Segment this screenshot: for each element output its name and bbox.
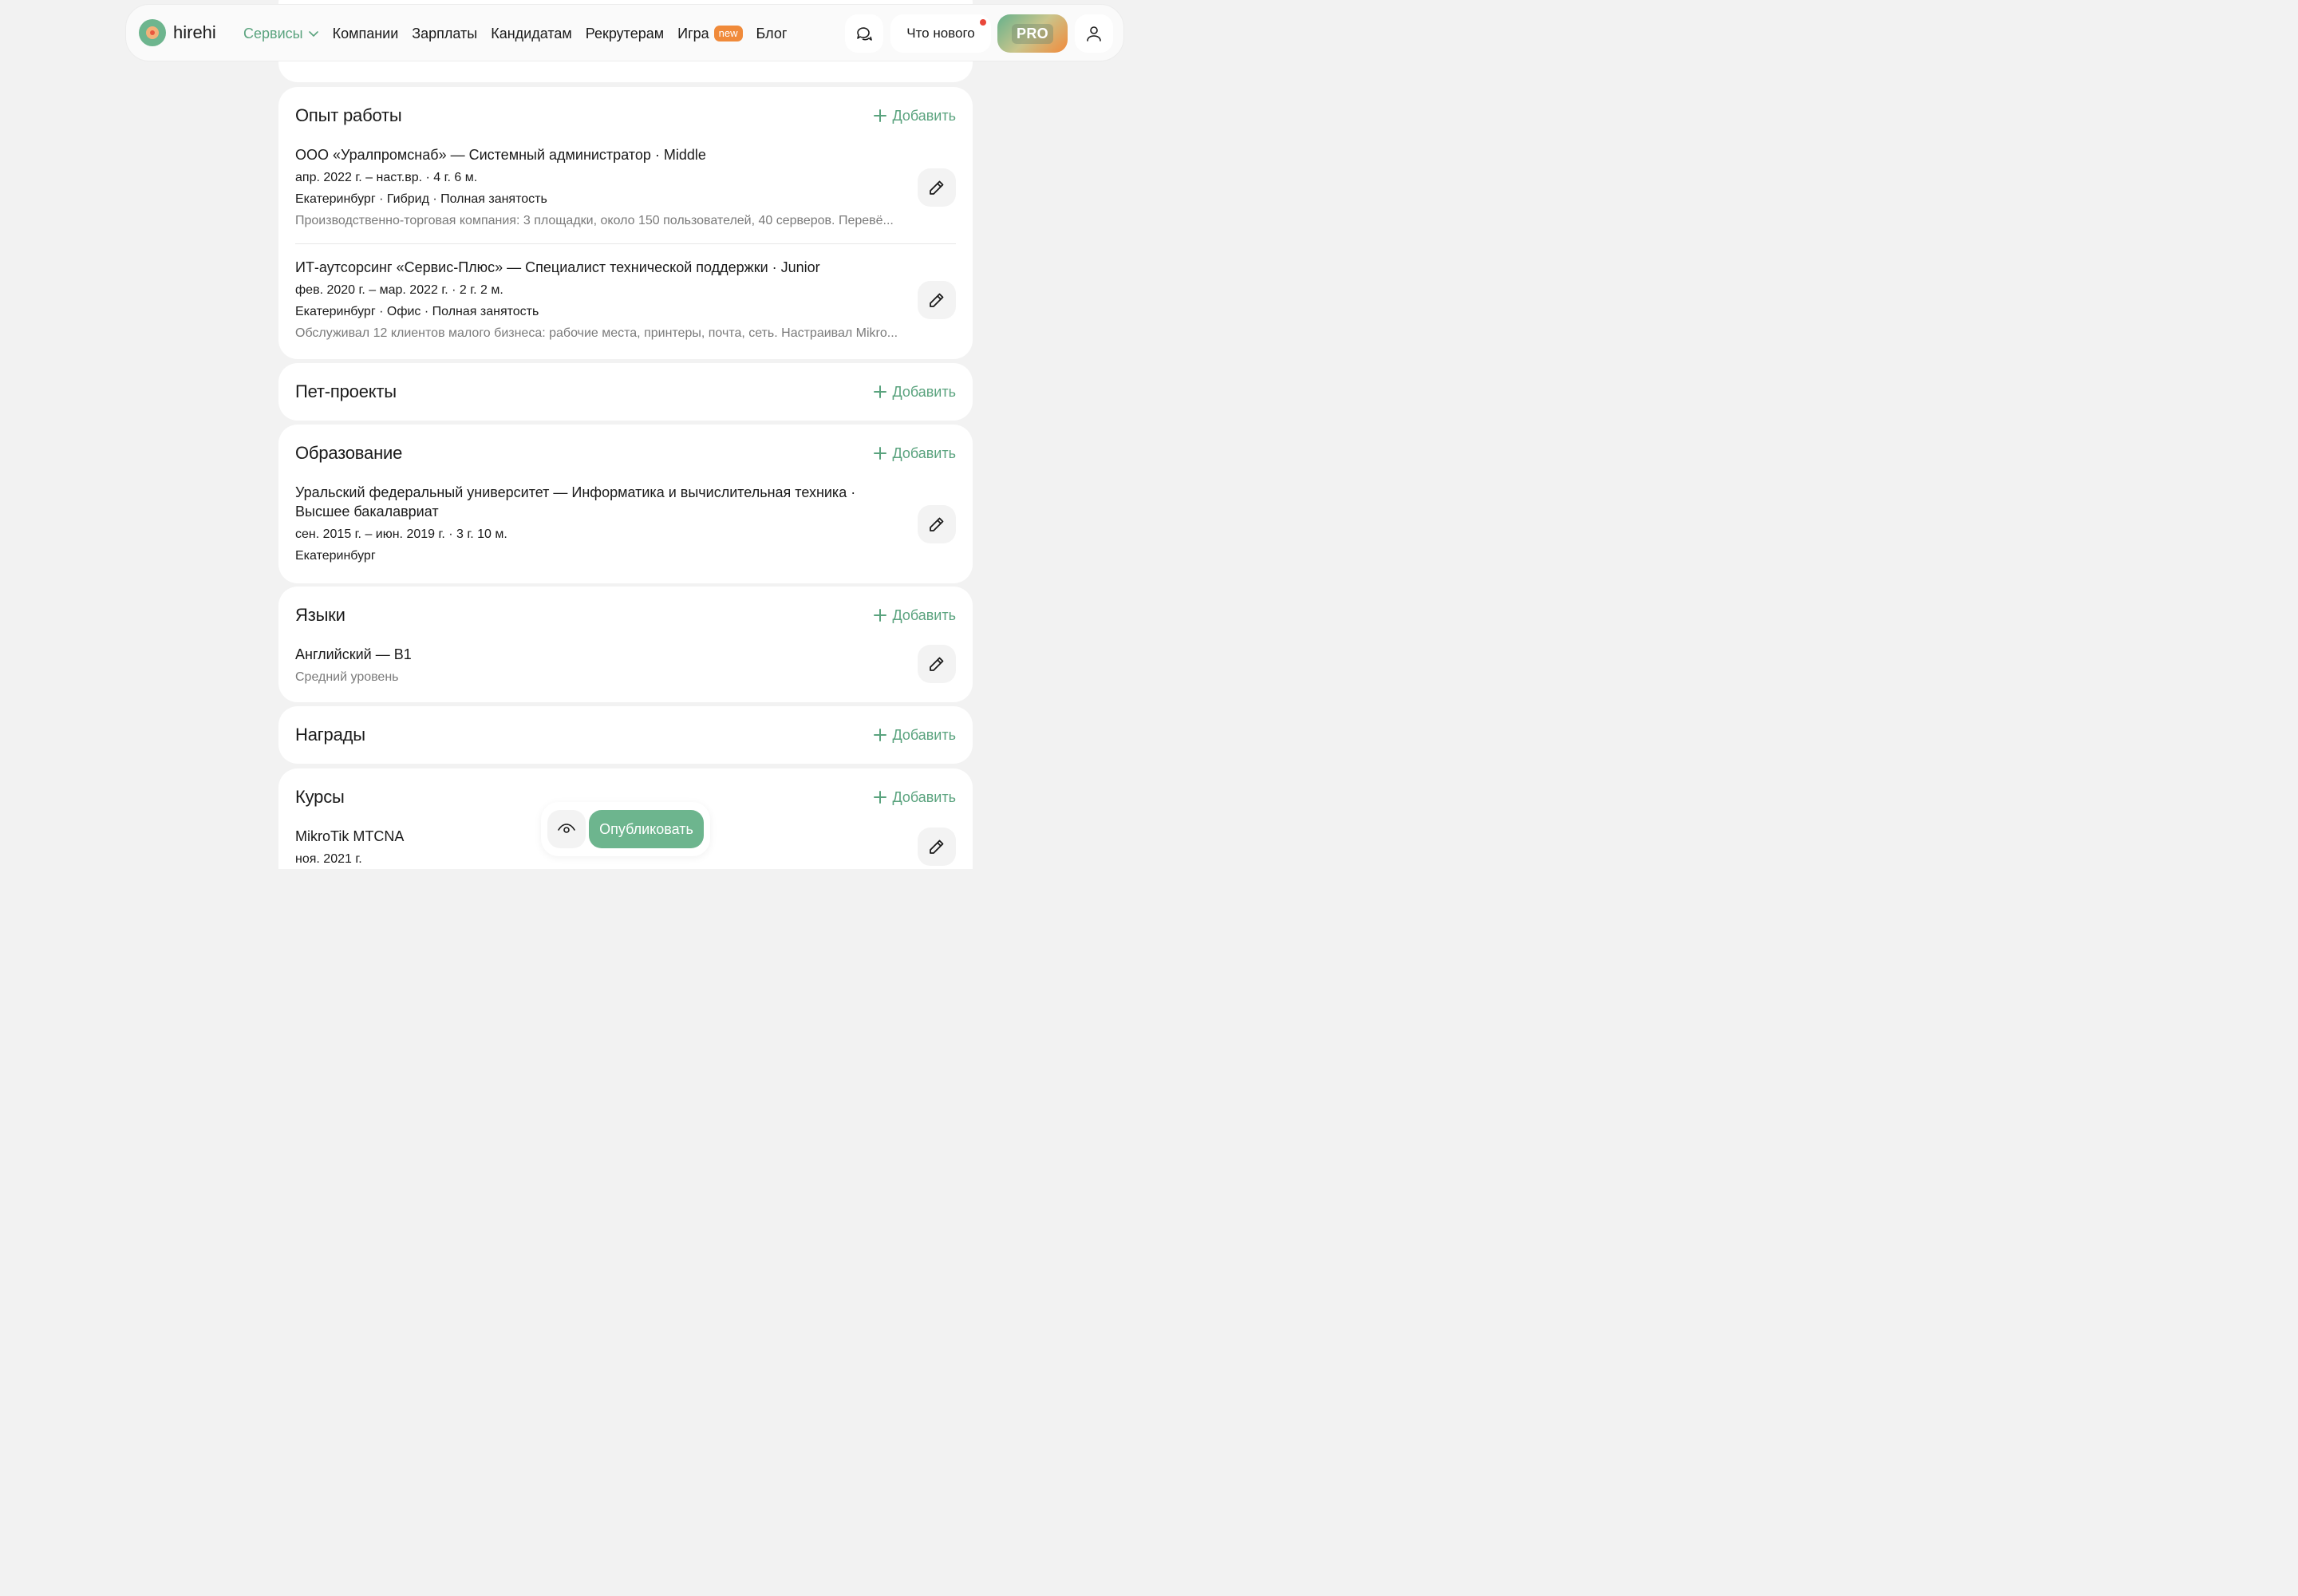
awards-header: Награды Добавить [295,719,956,751]
add-label: Добавить [892,606,956,623]
nav-label: Сервисы [243,25,303,41]
entry-description: Обслуживал 12 клиентов малого бизнеса: р… [295,326,898,340]
pet-projects-title: Пет-проекты [295,381,397,401]
experience-title: Опыт работы [295,105,402,125]
edit-language-1-button[interactable] [918,645,956,683]
nav-label: Зарплаты [412,25,478,41]
plus-icon [874,109,887,122]
language-entry-1: Английский — B1 Средний уровень [295,645,956,685]
add-label: Добавить [892,726,956,743]
whats-new-label: Что нового [906,26,975,41]
entry-level: Средний уровень [295,670,399,684]
education-section: Образование Добавить Уральский федеральн… [278,425,973,583]
edit-course-1-button[interactable] [918,828,956,866]
courses-add-button[interactable]: Добавить [873,789,956,806]
pro-label: PRO [1012,23,1053,44]
top-navigation-bar: hirehi Сервисы Компании Зарплаты Кандида… [125,4,1124,61]
edit-experience-1-button[interactable] [918,168,956,207]
education-entry-1: Уральский федеральный университет — Инфо… [295,483,956,564]
awards-title: Награды [295,725,365,745]
chat-icon [857,27,872,41]
logo-icon [139,19,166,46]
education-add-button[interactable]: Добавить [873,445,956,462]
nav-salaries[interactable]: Зарплаты [412,26,477,42]
entry-details: Екатеринбург [295,549,376,563]
languages-section: Языки Добавить Английский — B1 Средний у… [278,587,973,702]
eye-icon [558,824,575,833]
logo-text: hirehi [173,22,216,42]
nav-companies[interactable]: Компании [333,26,399,42]
experience-add-button[interactable]: Добавить [873,108,956,124]
courses-title: Курсы [295,787,345,807]
experience-section: Опыт работы Добавить ООО «Уралпромснаб» … [278,87,973,359]
entry-title-line-1: Уральский федеральный университет — Инфо… [295,484,856,500]
languages-header: Языки Добавить [295,599,956,631]
nav-label: Рекрутерам [585,25,665,41]
logo[interactable]: hirehi [139,19,216,46]
entry-period: сен. 2015 г. – июн. 2019 г. · 3 г. 10 м. [295,527,507,541]
chevron-down-icon [308,31,318,38]
preview-button[interactable] [547,810,586,848]
experience-entry-2: ИТ-аутсорсинг «Сервис-Плюс» — Специалист… [295,258,956,342]
awards-section: Награды Добавить [278,706,973,764]
publish-button[interactable]: Опубликовать [589,810,704,848]
entry-details: Екатеринбург · Гибрид · Полная занятость [295,192,547,206]
add-label: Добавить [892,107,956,124]
pet-projects-header: Пет-проекты Добавить [295,376,956,408]
languages-add-button[interactable]: Добавить [873,607,956,624]
awards-add-button[interactable]: Добавить [873,727,956,744]
experience-header: Опыт работы Добавить [295,100,956,132]
main-nav: Сервисы Компании Зарплаты Кандидатам Рек… [243,5,787,62]
entry-title: Английский — B1 [295,646,412,662]
pet-projects-add-button[interactable]: Добавить [873,384,956,401]
nav-game[interactable]: Игра new [677,25,743,42]
entry-title: ООО «Уралпромснаб» — Системный администр… [295,147,706,163]
plus-icon [874,385,887,398]
messages-button[interactable] [845,14,883,53]
new-badge: new [713,26,743,41]
education-title: Образование [295,443,403,463]
nav-services[interactable]: Сервисы [243,26,319,42]
nav-label: Кандидатам [491,25,572,41]
pencil-icon [930,180,944,195]
languages-title: Языки [295,605,345,625]
nav-label: Игра [677,25,709,41]
publish-bar: Опубликовать [541,802,710,856]
pencil-icon [930,839,944,854]
user-icon [1087,26,1101,41]
nav-candidates[interactable]: Кандидатам [491,26,572,42]
experience-entry-1: ООО «Уралпромснаб» — Системный администр… [295,145,956,229]
entry-details: Екатеринбург · Офис · Полная занятость [295,305,539,318]
entry-title: ИТ-аутсорсинг «Сервис-Плюс» — Специалист… [295,259,820,275]
plus-icon [874,791,887,804]
pro-button[interactable]: PRO [997,14,1068,53]
profile-button[interactable] [1075,14,1113,53]
edit-education-1-button[interactable] [918,505,956,543]
entry-divider [295,243,956,244]
pet-projects-section: Пет-проекты Добавить [278,363,973,421]
nav-blog[interactable]: Блог [756,26,788,42]
edit-experience-2-button[interactable] [918,281,956,319]
pencil-icon [930,293,944,307]
plus-icon [874,447,887,460]
nav-recruiters[interactable]: Рекрутерам [586,26,664,42]
entry-period: апр. 2022 г. – наст.вр. · 4 г. 6 м. [295,171,478,184]
entry-period: фев. 2020 г. – мар. 2022 г. · 2 г. 2 м. [295,283,503,297]
add-label: Добавить [892,788,956,805]
add-label: Добавить [892,383,956,400]
entry-description: Производственно-торговая компания: 3 пло… [295,214,894,227]
plus-icon [874,729,887,741]
plus-icon [874,609,887,622]
whats-new-button[interactable]: Что нового [890,14,991,53]
notification-dot [980,19,986,26]
pencil-icon [930,517,944,531]
add-label: Добавить [892,444,956,461]
pencil-icon [930,657,944,671]
education-header: Образование Добавить [295,437,956,469]
nav-label: Блог [756,25,788,41]
entry-title-line-2: Высшее бакалавриат [295,504,439,519]
nav-label: Компании [332,25,399,41]
